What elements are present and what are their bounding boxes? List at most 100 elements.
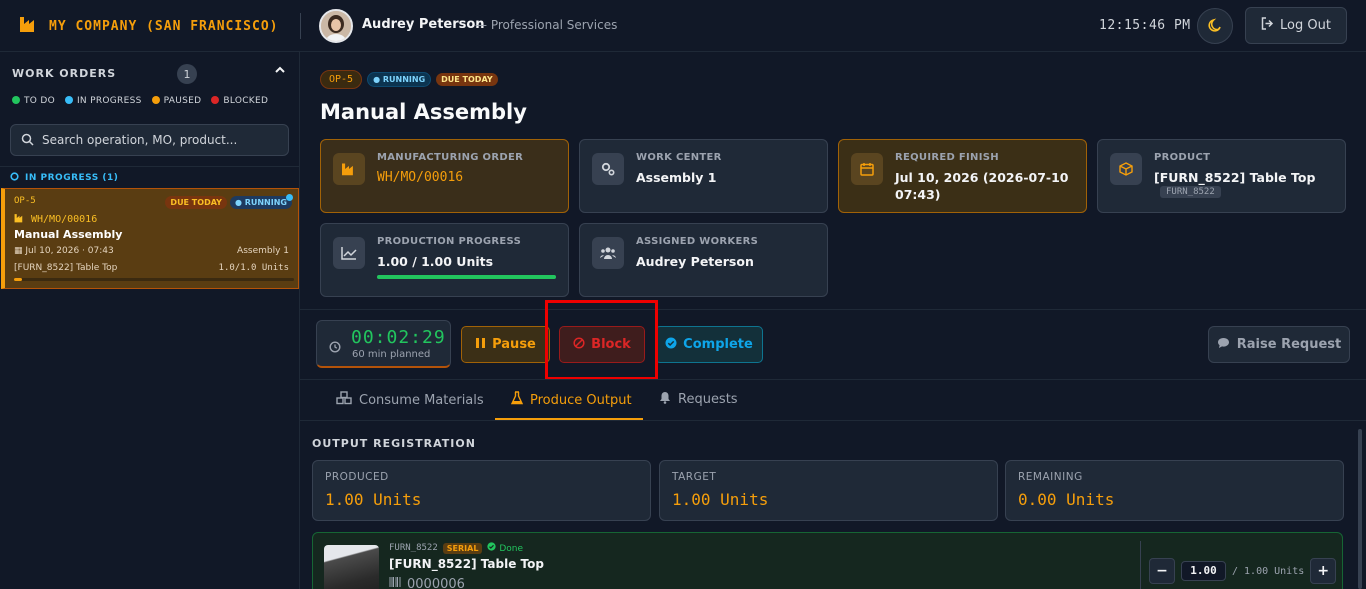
legend-blocked: BLOCKED [211, 96, 268, 106]
green-dot-icon [12, 96, 20, 104]
check-circle-icon [487, 542, 499, 554]
line-serial: 0000006 [389, 576, 465, 589]
due-today-badge: DUE TODAY [165, 196, 227, 209]
running-badge: ● RUNNING [229, 196, 292, 209]
highlight-box [545, 300, 658, 380]
cubes-icon [336, 391, 352, 409]
output-line-meta: FURN_8522 SERIAL Done [389, 542, 523, 554]
produced-stat: PRODUCED 1.00 Units [312, 460, 651, 521]
increment-button[interactable]: + [1310, 558, 1337, 584]
gears-icon [592, 153, 624, 185]
flask-icon [510, 391, 524, 409]
tab-label: Consume Materials [359, 392, 484, 408]
search-input[interactable] [42, 133, 282, 147]
section-divider [0, 166, 299, 167]
wo-progress-bar [14, 278, 294, 281]
operation-badges: OP-5 ● RUNNING DUE TODAY [320, 70, 498, 89]
production-progress-card: PRODUCTION PROGRESS 1.00 / 1.00 Units [320, 223, 569, 297]
line-product-name: [FURN_8522] Table Top [389, 557, 544, 571]
sidebar: WORK ORDERS 1 TO DO IN PROGRESS PAUSED B… [0, 52, 300, 589]
complete-label: Complete [683, 337, 753, 352]
legend-todo: TO DO [12, 96, 55, 106]
comment-icon [1217, 337, 1230, 353]
chart-line-icon [333, 237, 365, 269]
search-box[interactable] [10, 124, 289, 156]
work-order-count: 1 [177, 64, 197, 84]
section-in-progress[interactable]: IN PROGRESS (1) [10, 172, 118, 184]
theme-toggle-button[interactable] [1197, 8, 1233, 44]
logout-button[interactable]: Log Out [1245, 7, 1347, 44]
legend-in-progress: IN PROGRESS [64, 96, 142, 106]
barcode-icon [389, 576, 401, 589]
moon-icon [1208, 17, 1222, 36]
mo-value[interactable]: WH/MO/00016 [377, 169, 557, 186]
box-icon [1110, 153, 1142, 185]
circle-icon [10, 172, 19, 184]
complete-button[interactable]: Complete [655, 326, 763, 363]
tab-label: Requests [678, 392, 738, 407]
calendar-icon [851, 153, 883, 185]
remaining-stat: REMAINING 0.00 Units [1005, 460, 1344, 521]
progress-label: PRODUCTION PROGRESS [377, 236, 522, 247]
timer-planned: 60 min planned [352, 349, 431, 360]
red-dot-icon [211, 96, 220, 104]
company-name: MY COMPANY (SAN FRANCISCO) [49, 18, 279, 34]
finish-label: REQUIRED FINISH [895, 152, 999, 163]
work-center-card: WORK CENTER Assembly 1 [579, 139, 828, 213]
remaining-label: REMAINING [1018, 471, 1083, 483]
raise-request-button[interactable]: Raise Request [1208, 326, 1350, 363]
raise-request-label: Raise Request [1236, 337, 1342, 352]
user-name: Audrey Peterson [362, 17, 485, 32]
clock-icon [329, 338, 341, 357]
company-brand: MY COMPANY (SAN FRANCISCO) [19, 15, 279, 37]
tab-produce-output[interactable]: Produce Output [510, 391, 632, 409]
done-status: Done [487, 542, 523, 554]
factory-icon [333, 153, 365, 185]
tabs-divider-top [300, 379, 1366, 380]
running-badge: ● RUNNING [367, 72, 432, 87]
work-order-card[interactable]: OP-5 DUE TODAY ● RUNNING WH/MO/00016 Man… [1, 188, 299, 289]
wo-code: OP-5 [14, 196, 36, 206]
factory-icon [19, 15, 39, 37]
quantity-stepper: − 1.00 / 1.00 Units + [1149, 558, 1337, 584]
sidebar-title: WORK ORDERS [12, 67, 117, 80]
pause-button[interactable]: Pause [461, 326, 550, 363]
serial-badge: SERIAL [442, 542, 483, 554]
timer-value: 00:02:29 [351, 327, 446, 348]
bell-icon [659, 391, 671, 408]
due-today-badge: DUE TODAY [436, 73, 498, 86]
product-code: FURN_8522 [1160, 186, 1221, 198]
produced-label: PRODUCED [325, 471, 389, 483]
product-value: [FURN_8522] Table Top [1154, 170, 1316, 185]
clock: 12:15:46 PM [1099, 18, 1191, 33]
tab-requests[interactable]: Requests [659, 391, 738, 408]
top-bar: MY COMPANY (SAN FRANCISCO) Audrey Peters… [0, 0, 1366, 52]
wo-work-center: Assembly 1 [237, 246, 289, 256]
remaining-value: 0.00 Units [1018, 490, 1115, 509]
user-role: — Professional Services [475, 18, 618, 32]
logout-label: Log Out [1280, 18, 1331, 33]
decrement-button[interactable]: − [1149, 558, 1175, 584]
tab-consume-materials[interactable]: Consume Materials [336, 391, 484, 409]
workers-value: Audrey Peterson [636, 254, 754, 269]
mo-label: MANUFACTURING ORDER [377, 152, 524, 163]
section-title: OUTPUT REGISTRATION [312, 437, 476, 450]
wo-mo-ref: WH/MO/00016 [14, 213, 97, 226]
product-label: PRODUCT [1154, 152, 1211, 163]
operation-code-badge: OP-5 [320, 70, 363, 89]
status-dot-icon [286, 194, 293, 201]
avatar [319, 9, 353, 43]
pause-icon [475, 337, 486, 353]
target-stat: TARGET 1.00 Units [659, 460, 998, 521]
search-icon [21, 131, 34, 150]
progress-value: 1.00 / 1.00 Units [377, 254, 494, 269]
line-code: FURN_8522 [389, 543, 438, 553]
action-divider [300, 309, 1366, 310]
content-scrollbar[interactable] [1358, 429, 1362, 589]
wo-name: Manual Assembly [14, 228, 123, 241]
quantity-input[interactable]: 1.00 [1181, 561, 1226, 581]
line-divider [1140, 541, 1141, 589]
wo-product: [FURN_8522] Table Top [14, 263, 118, 273]
chevron-up-icon[interactable] [274, 64, 286, 80]
manufacturing-order-card[interactable]: MANUFACTURING ORDER WH/MO/00016 [320, 139, 569, 213]
